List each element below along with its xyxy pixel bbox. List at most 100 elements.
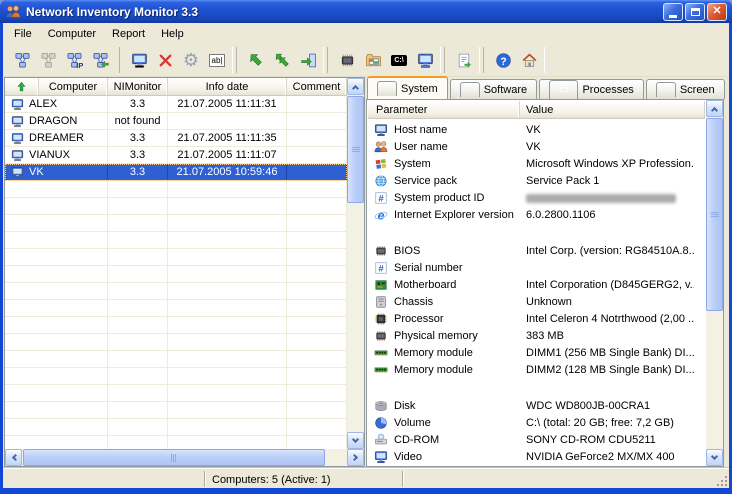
parameter-name: Host name — [394, 124, 447, 136]
status-panel-right — [404, 471, 729, 487]
computer-row[interactable]: DRAGONnot found — [5, 113, 347, 130]
scroll-up-button[interactable] — [706, 100, 723, 117]
parameter-row[interactable]: Host nameVK — [368, 122, 705, 139]
tab-processes[interactable]: C:\Processes — [539, 79, 644, 99]
parameter-value: Unknown — [526, 294, 572, 311]
minimize-button[interactable] — [663, 3, 683, 21]
parameter-row[interactable]: System product ID — [368, 190, 705, 207]
add-computer-button[interactable] — [126, 47, 152, 73]
remove-network-button[interactable] — [35, 47, 61, 73]
parameter-value: VK — [526, 139, 541, 156]
empty-row — [5, 351, 347, 368]
computer-name: DRAGON — [29, 113, 108, 129]
column-header-sort[interactable] — [5, 78, 39, 95]
parameter-row[interactable]: Internet Explorer version6.0.2800.1106 — [368, 207, 705, 224]
menu-item-help[interactable]: Help — [153, 25, 192, 43]
column-header-computer[interactable]: Computer — [39, 78, 108, 95]
dimm-icon — [374, 346, 388, 360]
monitor-icon — [374, 450, 388, 464]
maximize-button[interactable] — [685, 3, 705, 21]
empty-cell — [5, 402, 29, 418]
chevron-left-icon — [12, 454, 19, 461]
cdrom-icon — [374, 433, 388, 447]
close-button[interactable]: ✕ — [707, 3, 727, 21]
title-bar[interactable]: Network Inventory Monitor 3.3 ✕ — [0, 0, 732, 23]
hash-icon — [374, 261, 388, 275]
empty-cell — [168, 181, 287, 197]
computer-row[interactable]: DREAMER3.321.07.2005 11:11:35 — [5, 130, 347, 147]
scroll-left-button[interactable] — [5, 449, 22, 466]
scroll-thumb[interactable] — [23, 449, 325, 466]
empty-row — [5, 419, 347, 436]
app-window: Network Inventory Monitor 3.3 ✕ FileComp… — [0, 0, 732, 494]
scan-network-button[interactable] — [9, 47, 35, 73]
column-header-info-date[interactable]: Info date — [168, 78, 287, 95]
scroll-down-button[interactable] — [347, 432, 364, 449]
scroll-right-button[interactable] — [347, 449, 364, 466]
add-by-ip-button[interactable] — [61, 47, 87, 73]
parameter-row[interactable]: Memory moduleDIMM1 (256 MB Single Bank) … — [368, 345, 705, 362]
report-button[interactable] — [451, 47, 477, 73]
empty-cell — [168, 266, 287, 282]
scroll-thumb[interactable] — [347, 96, 364, 203]
parameter-row[interactable]: MotherboardIntel Corporation (D845GERG2,… — [368, 277, 705, 294]
menu-item-computer[interactable]: Computer — [40, 25, 104, 43]
processes-button[interactable]: C:\ — [386, 47, 412, 73]
scroll-up-button[interactable] — [347, 78, 364, 95]
parameter-value: Service Pack 1 — [526, 173, 599, 190]
resize-grip-icon[interactable] — [715, 474, 727, 486]
system-info-button[interactable] — [334, 47, 360, 73]
computer-name: DREAMER — [29, 130, 108, 146]
computer-row[interactable]: ALEX3.321.07.2005 11:11:31 — [5, 96, 347, 113]
computer-row[interactable]: VIANUX3.321.07.2005 11:11:07 — [5, 147, 347, 164]
computers-vertical-scrollbar[interactable] — [347, 78, 364, 449]
screen-button[interactable] — [412, 47, 438, 73]
parameter-row[interactable]: DiskWDC WD800JB-00CRA1 — [368, 398, 705, 415]
import-computers-button[interactable] — [87, 47, 113, 73]
parameter-row[interactable]: Serial number — [368, 260, 705, 277]
column-header-parameter[interactable]: Parameter — [368, 101, 520, 118]
parameter-row[interactable]: SystemMicrosoft Windows XP Profession... — [368, 156, 705, 173]
export-button[interactable] — [295, 47, 321, 73]
network-ip-icon — [66, 52, 83, 69]
refresh-button[interactable] — [243, 47, 269, 73]
tab-system[interactable]: System — [367, 76, 448, 99]
parameter-row[interactable]: VideoNVIDIA GeForce2 MX/MX 400 — [368, 449, 705, 465]
parameter-row[interactable]: ChassisUnknown — [368, 294, 705, 311]
info-date — [168, 113, 287, 129]
delete-button[interactable] — [152, 47, 178, 73]
scroll-down-button[interactable] — [706, 449, 723, 466]
scroll-thumb[interactable] — [706, 118, 723, 311]
parameter-row[interactable]: User nameVK — [368, 139, 705, 156]
menu-item-file[interactable]: File — [6, 25, 40, 43]
details-vertical-scrollbar[interactable] — [706, 100, 723, 466]
parameter-row[interactable]: BIOSIntel Corp. (version: RG84510A.8... — [368, 243, 705, 260]
software-button[interactable] — [360, 47, 386, 73]
parameter-row[interactable]: CD-ROMSONY CD-ROM CDU5211 — [368, 432, 705, 449]
tab-software[interactable]: Software — [450, 79, 537, 99]
help-button[interactable] — [490, 47, 516, 73]
computer-row[interactable]: VK3.321.07.2005 10:59:46 — [5, 164, 347, 181]
column-header-comment[interactable]: Comment — [287, 78, 347, 95]
menu-item-report[interactable]: Report — [104, 25, 153, 43]
tab-label: System — [401, 83, 438, 95]
parameter-row[interactable]: ProcessorIntel Celeron 4 Notrthwood (2,0… — [368, 311, 705, 328]
comment — [287, 96, 347, 112]
computers-horizontal-scrollbar[interactable] — [5, 449, 364, 466]
empty-cell — [168, 334, 287, 350]
homepage-button[interactable] — [516, 47, 542, 73]
close-icon: ✕ — [712, 6, 721, 17]
rename-button[interactable]: ab| — [204, 47, 230, 73]
column-header-nimonitor[interactable]: NIMonitor — [108, 78, 168, 95]
home-icon — [521, 52, 538, 69]
network-icon — [40, 52, 57, 69]
chevron-up-icon — [352, 85, 359, 92]
parameter-row[interactable]: Physical memory383 MB — [368, 328, 705, 345]
parameter-row[interactable]: Service packService Pack 1 — [368, 173, 705, 190]
parameter-row[interactable]: Memory moduleDIMM2 (128 MB Single Bank) … — [368, 362, 705, 379]
settings-button[interactable]: ⚙ — [178, 47, 204, 73]
column-header-value[interactable]: Value — [520, 101, 705, 118]
refresh-all-button[interactable] — [269, 47, 295, 73]
parameter-row[interactable]: VolumeC:\ (total: 20 GB; free: 7,2 GB) — [368, 415, 705, 432]
tab-screen[interactable]: Screen — [646, 79, 725, 99]
